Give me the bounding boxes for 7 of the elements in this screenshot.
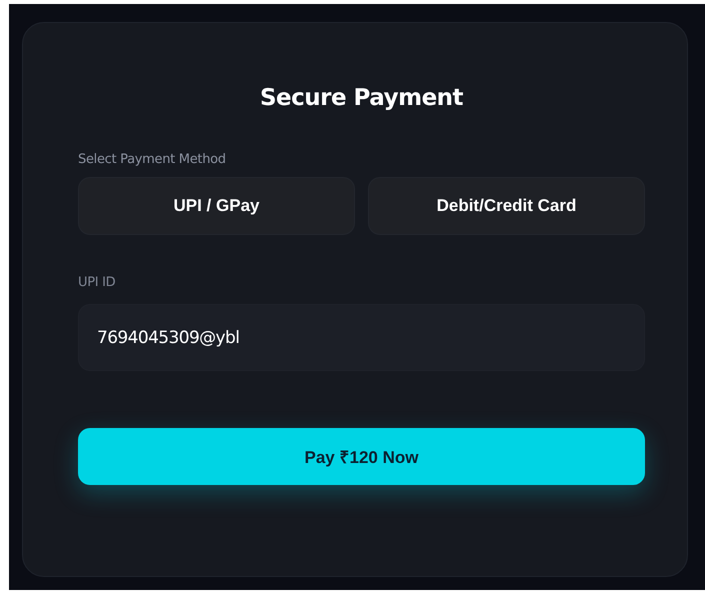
field-label: UPI ID [78,275,116,290]
card-title: Secure Payment [260,85,464,111]
payment-method-button[interactable]: Debit/Credit Card [368,177,645,235]
pay-button[interactable]: Pay ₹120 Now [78,428,645,485]
payment-method-button[interactable]: UPI / GPay [78,177,355,235]
field-label: Select Payment Method [78,152,226,167]
upi-input-field[interactable]: 7694045309@ybl [78,304,645,371]
